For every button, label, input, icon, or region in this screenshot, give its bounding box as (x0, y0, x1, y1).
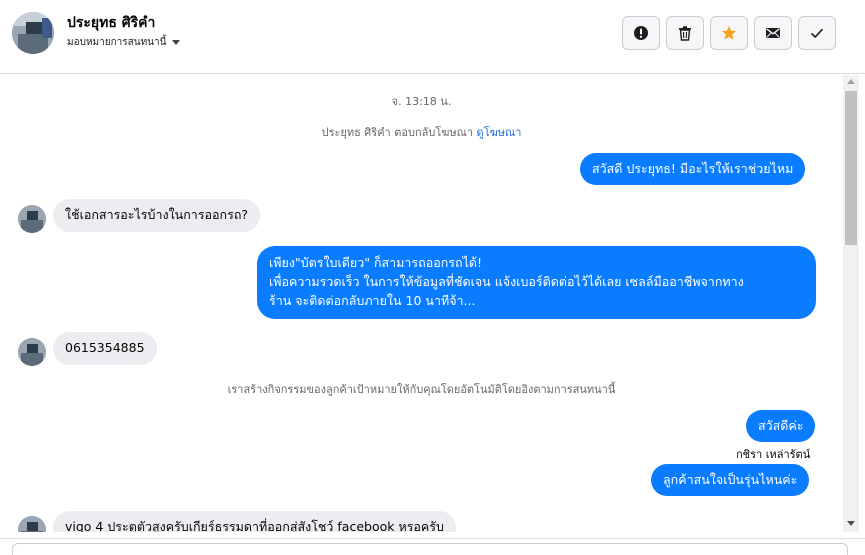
mark-done-button[interactable] (798, 16, 836, 50)
ad-reply-text: ประยุทธ ศิริคำ ตอบกลับโฆษณา (322, 126, 473, 139)
contact-avatar-small (18, 338, 46, 366)
thread-scrollbar[interactable] (843, 75, 859, 532)
conversation-header: ประยุทธ ศิริคำ มอบหมายการสนทนานี้ (0, 0, 865, 74)
contact-avatar-small (18, 516, 46, 532)
contact-avatar-small (18, 205, 46, 233)
message-line: เพื่อความรวดเร็ว ในการให้ข้อมูลที่ชัดเจน… (269, 272, 804, 291)
scrollbar-thumb[interactable] (845, 91, 857, 245)
check-icon (809, 25, 825, 41)
trash-icon (677, 25, 693, 41)
sender-name: กชิรา เหล่ารัตน์ (736, 445, 810, 463)
contact-avatar[interactable] (12, 12, 54, 54)
outgoing-message: สวัสดี ประยุทธ! มีอะไรให้เราช่วยไหม (580, 153, 805, 185)
message-thread[interactable]: จ. 13:18 น. ประยุทธ ศิริคำ ตอบกลับโฆษณา … (0, 75, 843, 532)
composer (0, 538, 865, 547)
message-line: เพียง"บัตรใบเดียว" ก็สามารถออกรถได้! (269, 253, 804, 272)
assign-conversation-dropdown[interactable]: มอบหมายการสนทนานี้ (67, 35, 180, 50)
delete-button[interactable] (666, 16, 704, 50)
message-line: ร้าน จะติดต่อกลับภายใน 10 นาทีจ้า... (269, 291, 804, 310)
incoming-message: vigo 4 ประตูตัวสูงครับเกียร์ธรรมดาที่ออก… (53, 511, 456, 532)
envelope-icon (765, 25, 781, 41)
outgoing-message: สวัสดีค่ะ (746, 410, 815, 442)
outgoing-message: ลูกค้าสนใจเป็นรุ่นไหนค่ะ (651, 464, 809, 496)
outgoing-message: เพียง"บัตรใบเดียว" ก็สามารถออกรถได้! เพื… (257, 246, 816, 319)
view-ad-link[interactable]: ดูโฆษณา (477, 126, 522, 139)
scroll-down-arrow-icon[interactable] (847, 521, 855, 526)
mark-unread-button[interactable] (754, 16, 792, 50)
incoming-message: 0615354885 (53, 332, 157, 365)
header-actions (622, 16, 836, 50)
mark-spam-button[interactable] (622, 16, 660, 50)
ad-reply-notice: ประยุทธ ศิริคำ ตอบกลับโฆษณา ดูโฆษณา (0, 123, 843, 141)
gutter (859, 75, 865, 547)
assign-label: มอบหมายการสนทนานี้ (67, 35, 166, 50)
incoming-message: ใช้เอกสารอะไรบ้างในการออกรถ? (53, 199, 260, 232)
star-button[interactable] (710, 16, 748, 50)
scroll-up-arrow-icon[interactable] (847, 79, 855, 84)
automation-note: เราสร้างกิจกรรมของลูกค้าเป้าหมายให้กับคุ… (0, 380, 843, 398)
caret-down-icon (172, 40, 180, 45)
exclamation-icon (633, 25, 649, 41)
thread-timestamp: จ. 13:18 น. (0, 92, 843, 110)
contact-name: ประยุทธ ศิริคำ (67, 12, 155, 34)
message-input[interactable] (12, 543, 848, 555)
star-icon (721, 25, 737, 41)
